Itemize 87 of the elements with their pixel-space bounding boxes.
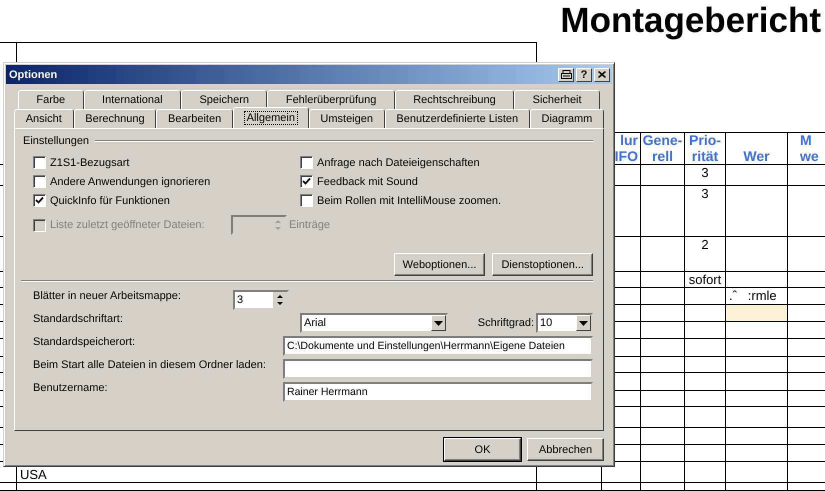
checkbox-label: Beim Rollen mit IntelliMouse zoomen.	[317, 194, 502, 206]
input-field[interactable]: Rainer Herrmann	[283, 382, 593, 402]
tab[interactable]: Ansicht	[14, 109, 74, 128]
checkbox-label: Liste zuletzt geöffneter Dateien:	[50, 219, 205, 231]
size-dropdown[interactable]: 10	[536, 313, 593, 333]
table-cell: 3	[685, 186, 726, 237]
field-label: Blätter in neuer Arbeitsmappe:	[33, 290, 182, 302]
close-icon	[598, 71, 606, 78]
table-cell	[685, 322, 726, 339]
tab[interactable]: International	[84, 90, 182, 109]
checkbox[interactable]	[300, 156, 313, 169]
field-value: 3	[236, 293, 244, 308]
tab[interactable]: Speichern	[181, 90, 268, 109]
checkbox-label: Andere Anwendungen ignorieren	[50, 176, 210, 188]
table-cell	[685, 339, 726, 357]
dialog-title: Optionen	[9, 68, 58, 80]
tab[interactable]: Farbe	[18, 90, 84, 109]
close-button[interactable]	[594, 68, 610, 82]
tab[interactable]: Diagramm	[530, 109, 604, 128]
field-label: Benutzername:	[33, 382, 109, 394]
field-label: Beim Start alle Dateien in diesem Ordner laden:	[33, 359, 267, 371]
field-label: Standardspeicherort:	[33, 336, 136, 348]
dialog-button[interactable]: OK	[444, 438, 521, 461]
table-cell	[641, 237, 685, 272]
field-label: Standardschriftart:	[33, 313, 124, 325]
options-button[interactable]: Dienstoptionen...	[492, 253, 593, 276]
table-cell	[641, 322, 685, 339]
table-cell	[641, 165, 685, 186]
checkbox[interactable]	[300, 194, 313, 207]
checkbox-label: QuickInfo für Funktionen	[50, 194, 170, 206]
table-cell: 3	[685, 165, 726, 186]
table-cell	[685, 445, 726, 462]
table-cell	[685, 391, 726, 407]
column-header: Prio- rität	[685, 132, 726, 165]
unit-label: Einträge	[289, 219, 330, 231]
tab[interactable]: Benutzerdefinierte Listen	[384, 109, 530, 128]
checkbox-label: Feedback mit Sound	[317, 176, 418, 188]
dialog-button[interactable]: Abbrechen	[527, 438, 604, 461]
input-field[interactable]: C:\Dokumente und Einstellungen\Herrmann\Eigene Dateien	[283, 336, 593, 356]
help-button[interactable]: ?	[576, 68, 592, 82]
printer-icon	[560, 70, 572, 79]
field-label: Schriftgrad:	[478, 317, 534, 329]
table-cell	[641, 407, 685, 428]
table-cell	[641, 339, 685, 357]
table-cell	[641, 272, 685, 288]
options-button[interactable]: Weboptionen...	[394, 253, 486, 276]
table-cell	[685, 462, 726, 483]
table-cell	[685, 357, 726, 373]
checkbox[interactable]	[300, 175, 313, 188]
font-dropdown[interactable]: Arial	[300, 313, 448, 333]
checkbox[interactable]	[33, 156, 46, 169]
table-cell	[641, 462, 685, 483]
tab[interactable]: Sicherheit	[514, 90, 600, 109]
table-cell	[685, 407, 726, 428]
checkbox-label: Anfrage nach Dateieigenschaften	[317, 156, 480, 168]
print-button[interactable]	[558, 68, 574, 82]
tab[interactable]: Berechnung	[74, 109, 156, 128]
checkbox[interactable]	[33, 194, 46, 207]
table-cell: sofort	[685, 272, 726, 288]
table-cell	[641, 428, 685, 445]
group-label: Einstellungen	[23, 135, 90, 147]
tab[interactable]: Bearbeiten	[156, 109, 233, 128]
table-cell	[641, 373, 685, 391]
column-header: Gene- rell	[641, 132, 685, 165]
tab[interactable]: Rechtschreibung	[394, 90, 514, 109]
tab[interactable]: Allgemein	[232, 107, 309, 128]
table-cell	[685, 428, 726, 445]
checkbox[interactable]	[33, 175, 46, 188]
table-cell	[641, 445, 685, 462]
input-field[interactable]	[283, 359, 593, 379]
report-title: Montagebericht	[560, 1, 821, 41]
checkbox-label: Z1S1-Bezugsart	[50, 156, 130, 168]
table-cell	[685, 288, 726, 305]
dropdown-arrow-icon	[434, 320, 443, 326]
tab[interactable]: Umsteigen	[308, 109, 385, 128]
table-cell: 2	[685, 237, 726, 272]
table-cell	[685, 373, 726, 391]
table-cell	[641, 357, 685, 373]
column-header: M we	[788, 132, 825, 165]
tab[interactable]: Fehlerüberprüfung	[267, 90, 395, 109]
dropdown-arrow-icon	[579, 320, 588, 326]
table-cell	[641, 305, 685, 322]
table-cell	[641, 186, 685, 237]
column-header: Wer	[726, 132, 788, 165]
table-cell	[641, 391, 685, 407]
table-cell	[641, 288, 685, 305]
spin-field[interactable]: 3	[233, 290, 289, 310]
